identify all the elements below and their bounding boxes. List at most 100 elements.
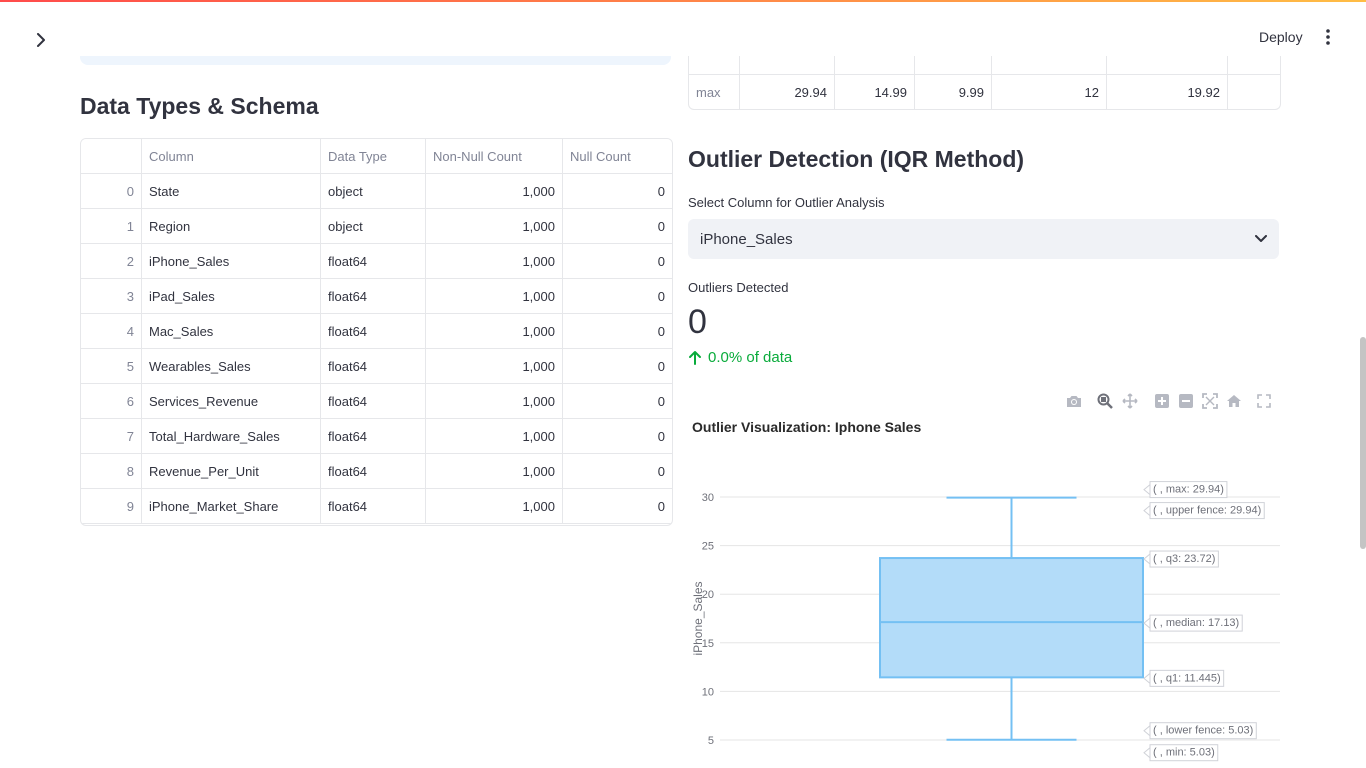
dtype-cell: float64: [320, 278, 426, 314]
stats-cell: 19.92: [1106, 74, 1228, 109]
hover-label-pointer: [1143, 505, 1151, 516]
null-count-cell: 0: [562, 173, 672, 209]
metric-delta-text: 0.0% of data: [708, 349, 793, 366]
non-null-cell: 1,000: [425, 418, 563, 454]
null-count-cell: 0: [562, 313, 672, 349]
column-name-cell: Services_Revenue: [141, 383, 321, 419]
non-null-cell: 1,000: [425, 208, 563, 244]
stats-cell: 14.99: [834, 74, 915, 109]
stats-row-max: max 29.94 14.99 9.99 12 19.92: [689, 74, 1280, 109]
table-row[interactable]: 8 Revenue_Per_Unit float64 1,000 0: [81, 453, 672, 489]
table-row[interactable]: 7 Total_Hardware_Sales float64 1,000 0: [81, 418, 672, 454]
row-index: 6: [81, 383, 142, 419]
zoom-in-icon[interactable]: [1153, 392, 1171, 410]
hover-label-text: ( , upper fence: 29.94): [1153, 505, 1261, 517]
sidebar-toggle-button[interactable]: [30, 30, 52, 50]
column-name-cell: Region: [141, 208, 321, 244]
metric-delta: 0.0% of data: [688, 349, 792, 366]
column-select[interactable]: iPhone_Sales: [688, 219, 1279, 259]
table-row[interactable]: 2 iPhone_Sales float64 1,000 0: [81, 243, 672, 279]
metric-value: 0: [688, 303, 707, 341]
row-index: 4: [81, 313, 142, 349]
table-row[interactable]: 6 Services_Revenue float64 1,000 0: [81, 383, 672, 419]
box-plot[interactable]: 51015202530 iPhone_Sales ( , max: 29.94)…: [684, 438, 1284, 768]
column-name-cell: State: [141, 173, 321, 209]
stats-row-partial: [689, 56, 1280, 75]
row-index: 9: [81, 488, 142, 524]
stats-cell: 29.94: [739, 74, 835, 109]
null-count-cell: 0: [562, 208, 672, 244]
hover-label-q1: ( , q1: 11.445): [1143, 669, 1225, 687]
autoscale-icon[interactable]: [1201, 392, 1219, 410]
deploy-button[interactable]: Deploy: [1249, 26, 1313, 48]
hover-label-text: ( , median: 17.13): [1153, 617, 1239, 629]
zoom-out-icon[interactable]: [1177, 392, 1195, 410]
info-box-bottom: [80, 56, 671, 65]
dtype-cell: float64: [320, 243, 426, 279]
y-tick-label: 25: [702, 541, 714, 553]
schema-heading: Data Types & Schema: [80, 93, 319, 119]
non-null-cell: 1,000: [425, 243, 563, 279]
stats-cell: 12: [991, 74, 1107, 109]
zoom-icon[interactable]: [1096, 392, 1114, 410]
table-row[interactable]: 4 Mac_Sales float64 1,000 0: [81, 313, 672, 349]
hover-label-upper-fence: ( , upper fence: 29.94): [1143, 502, 1265, 520]
row-index: 7: [81, 418, 142, 454]
hover-label-text: ( , max: 29.94): [1153, 484, 1224, 496]
stats-row-label: max: [689, 74, 740, 109]
hover-label-max: ( , max: 29.94): [1143, 481, 1228, 499]
top-decoration-bar: [0, 0, 1366, 2]
kebab-menu-icon: [1326, 29, 1330, 45]
hover-label-median: ( , median: 17.13): [1143, 614, 1243, 632]
non-null-cell: 1,000: [425, 383, 563, 419]
hover-label-text: ( , q3: 23.72): [1153, 553, 1215, 565]
pan-icon[interactable]: [1121, 392, 1139, 410]
hover-label-pointer: [1143, 725, 1151, 737]
null-count-cell: 0: [562, 453, 672, 489]
hover-label-text: ( , lower fence: 5.03): [1153, 725, 1253, 737]
schema-header-row: Column Data Type Non-Null Count Null Cou…: [81, 139, 672, 174]
dtype-cell: object: [320, 208, 426, 244]
hover-label-text: ( , q1: 11.445): [1153, 672, 1221, 684]
hover-label-pointer: [1143, 617, 1151, 629]
outlier-heading: Outlier Detection (IQR Method): [688, 146, 1025, 172]
non-null-header[interactable]: Non-Null Count: [425, 139, 563, 174]
hover-label-text: ( , min: 5.03): [1153, 747, 1215, 759]
schema-table-container[interactable]: Column Data Type Non-Null Count Null Cou…: [80, 138, 673, 526]
main-menu-button[interactable]: [1316, 25, 1340, 49]
hover-label-pointer: [1143, 672, 1151, 684]
page-scrollbar[interactable]: [1360, 337, 1366, 549]
non-null-cell: 1,000: [425, 278, 563, 314]
hover-label-lower-fence: ( , lower fence: 5.03): [1143, 722, 1257, 740]
null-count-cell: 0: [562, 348, 672, 384]
column-name-cell: Revenue_Per_Unit: [141, 453, 321, 489]
dtype-header[interactable]: Data Type: [320, 139, 426, 174]
index-header[interactable]: [81, 139, 142, 174]
dtype-cell: float64: [320, 488, 426, 524]
table-row[interactable]: 9 iPhone_Market_Share float64 1,000 0: [81, 488, 672, 524]
table-row[interactable]: 0 State object 1,000 0: [81, 173, 672, 209]
schema-table: Column Data Type Non-Null Count Null Cou…: [81, 139, 672, 524]
chevron-down-icon: [1255, 235, 1267, 242]
row-index: 1: [81, 208, 142, 244]
null-count-header[interactable]: Null Count: [562, 139, 672, 174]
null-count-cell: 0: [562, 243, 672, 279]
y-tick-label: 30: [702, 492, 714, 504]
null-count-cell: 0: [562, 278, 672, 314]
stats-table-container[interactable]: max 29.94 14.99 9.99 12 19.92: [688, 56, 1281, 110]
table-row[interactable]: 1 Region object 1,000 0: [81, 208, 672, 244]
column-header[interactable]: Column: [141, 139, 321, 174]
row-index: 0: [81, 173, 142, 209]
hover-label-min: ( , min: 5.03): [1143, 744, 1219, 762]
table-row[interactable]: 3 iPad_Sales float64 1,000 0: [81, 278, 672, 314]
null-count-cell: 0: [562, 488, 672, 524]
dtype-cell: float64: [320, 453, 426, 489]
table-row[interactable]: 5 Wearables_Sales float64 1,000 0: [81, 348, 672, 384]
row-index: 3: [81, 278, 142, 314]
reset-axes-icon[interactable]: [1225, 392, 1243, 410]
stats-table: max 29.94 14.99 9.99 12 19.92: [689, 56, 1280, 109]
fullscreen-icon[interactable]: [1255, 392, 1273, 410]
metric-label: Outliers Detected: [688, 280, 789, 295]
camera-icon[interactable]: [1065, 392, 1083, 410]
stats-cell: 9.99: [914, 74, 992, 109]
